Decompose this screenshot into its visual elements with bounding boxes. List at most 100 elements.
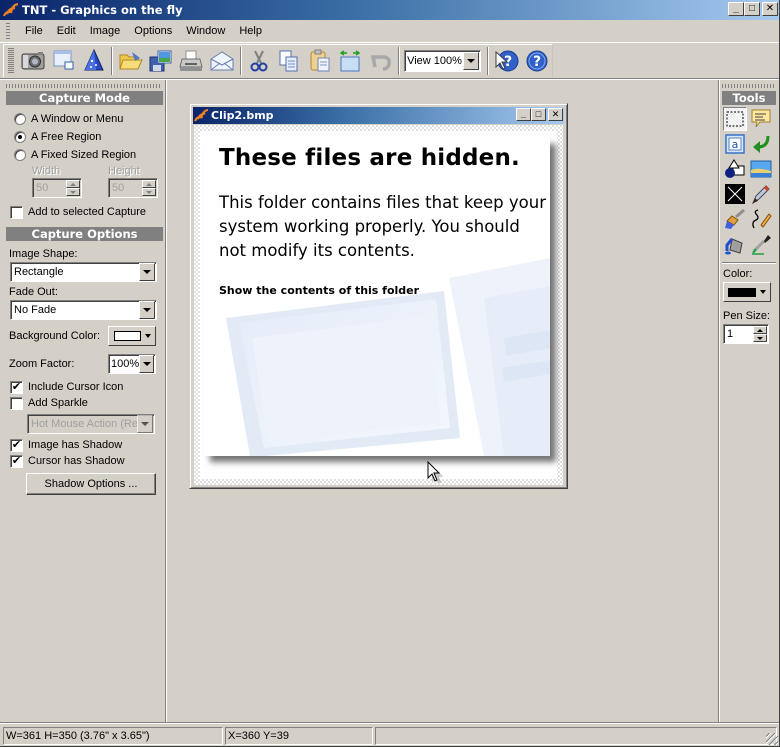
checkbox-box[interactable] <box>10 205 23 219</box>
cut-button[interactable] <box>244 46 275 76</box>
tool-eyedropper[interactable] <box>749 232 773 256</box>
context-help-button[interactable]: ? <box>491 46 522 76</box>
wizard-hat-icon <box>84 49 104 71</box>
radio-indicator-selected[interactable] <box>14 131 26 143</box>
resize-grip-icon[interactable] <box>766 733 778 745</box>
captured-heading: These files are hidden. <box>219 145 520 171</box>
mouse-cursor-icon <box>427 461 443 483</box>
print-button[interactable] <box>176 46 207 76</box>
save-button[interactable] <box>146 46 177 76</box>
minimize-icon: _ <box>733 3 739 14</box>
tool-shapes[interactable] <box>723 157 747 181</box>
checkbox-checked[interactable]: ✔ <box>10 380 23 394</box>
radio-free-region[interactable]: A Free Region <box>2 128 165 146</box>
radio-fixed-sized-region[interactable]: A Fixed Sized Region <box>2 146 165 164</box>
radio-indicator[interactable] <box>14 113 26 125</box>
color-swatch <box>728 287 756 297</box>
tool-brush[interactable] <box>723 207 747 231</box>
width-label: Width <box>32 165 61 177</box>
image-canvas[interactable]: These files are hidden. This folder cont… <box>194 125 563 485</box>
spin-down-icon[interactable] <box>142 188 156 196</box>
height-spinner[interactable]: 50 <box>108 178 158 198</box>
toolbar-grip[interactable] <box>8 48 14 74</box>
camera-capture-button[interactable] <box>18 46 49 76</box>
tool-select-rect[interactable] <box>723 107 747 131</box>
marquee-select-icon <box>726 111 744 127</box>
width-spinner[interactable]: 50 <box>32 178 82 198</box>
pen-size-spinner[interactable]: 1 <box>723 324 769 344</box>
spin-up-icon[interactable] <box>66 180 80 188</box>
menubar-grip[interactable] <box>6 22 10 40</box>
menu-file[interactable]: File <box>18 23 50 39</box>
zoom-factor-label: Zoom Factor: <box>9 358 75 370</box>
spin-up-icon[interactable] <box>753 326 767 334</box>
cursor-has-shadow-checkbox[interactable]: ✔ Cursor has Shadow <box>2 453 165 469</box>
resize-button[interactable] <box>335 46 366 76</box>
child-close-button[interactable]: ✕ <box>548 108 563 121</box>
paste-button[interactable] <box>305 46 336 76</box>
email-button[interactable] <box>207 46 238 76</box>
close-icon: ✕ <box>551 109 560 119</box>
tool-arrow[interactable] <box>749 132 773 156</box>
status-bar: W=361 H=350 (3.76" x 3.65") X=360 Y=39 <box>0 722 780 747</box>
add-sparkle-checkbox[interactable]: Add Sparkle <box>2 395 165 411</box>
wizard-button[interactable] <box>79 46 110 76</box>
capture-options-panel: Capture Mode A Window or Menu A Free Reg… <box>2 82 165 722</box>
child-minimize-button[interactable]: _ <box>516 108 531 121</box>
chevron-down-icon[interactable] <box>462 52 479 70</box>
image-has-shadow-checkbox[interactable]: ✔ Image has Shadow <box>2 437 165 453</box>
tool-crop-x[interactable] <box>723 182 747 206</box>
chevron-down-icon[interactable] <box>139 301 155 319</box>
checkbox-checked[interactable]: ✔ <box>10 438 23 452</box>
undo-button[interactable] <box>366 46 397 76</box>
app-title-bar[interactable]: TNT - Graphics on the fly _ □ ✕ <box>0 0 780 20</box>
menu-options[interactable]: Options <box>127 23 179 39</box>
color-swatch <box>114 331 141 341</box>
pen-color-picker[interactable] <box>723 282 771 302</box>
chevron-down-icon[interactable] <box>139 355 154 373</box>
help-button[interactable]: ? <box>521 46 552 76</box>
open-button[interactable] <box>115 46 146 76</box>
tool-pencil[interactable] <box>749 182 773 206</box>
spin-down-icon[interactable] <box>753 334 767 342</box>
tool-image[interactable] <box>749 157 773 181</box>
menu-help[interactable]: Help <box>232 23 269 39</box>
include-cursor-icon-checkbox[interactable]: ✔ Include Cursor Icon <box>2 379 165 395</box>
panel-grip[interactable] <box>6 84 161 88</box>
spin-up-icon[interactable] <box>142 180 156 188</box>
tool-text[interactable]: a <box>723 132 747 156</box>
minimize-button[interactable]: _ <box>728 2 744 16</box>
spin-down-icon[interactable] <box>66 188 80 196</box>
tool-freehand[interactable] <box>749 207 773 231</box>
tool-callout[interactable] <box>749 107 773 131</box>
chevron-down-icon[interactable] <box>137 415 153 433</box>
panel-grip[interactable] <box>722 84 776 88</box>
child-window-clip2[interactable]: Clip2.bmp _ □ ✕ These files are hidden. … <box>189 103 568 489</box>
zoom-factor-select[interactable]: 100% <box>108 354 156 374</box>
radio-window-or-menu[interactable]: A Window or Menu <box>2 110 165 128</box>
add-to-selected-capture-checkbox[interactable]: Add to selected Capture <box>2 203 165 221</box>
help-icon: ? <box>526 50 548 72</box>
view-zoom-select[interactable]: View 100% <box>404 50 481 72</box>
maximize-button[interactable]: □ <box>744 2 760 16</box>
chevron-down-icon[interactable] <box>139 263 155 281</box>
copy-button[interactable] <box>274 46 305 76</box>
sparkle-type-select[interactable]: Hot Mouse Action (Red <box>27 414 155 434</box>
menu-window[interactable]: Window <box>179 23 232 39</box>
window-capture-button[interactable] <box>48 46 79 76</box>
close-button[interactable]: ✕ <box>762 2 778 16</box>
child-title-bar[interactable]: Clip2.bmp _ □ ✕ <box>193 107 564 124</box>
shadow-options-button[interactable]: Shadow Options ... <box>26 473 156 495</box>
capture-options-header: Capture Options <box>6 227 163 241</box>
radio-indicator[interactable] <box>14 149 26 161</box>
child-maximize-button[interactable]: □ <box>531 108 546 121</box>
checkbox-checked[interactable]: ✔ <box>10 454 23 468</box>
tool-fill[interactable] <box>723 232 747 256</box>
menu-image[interactable]: Image <box>83 23 128 39</box>
fade-out-select[interactable]: No Fade <box>10 300 157 320</box>
menu-edit[interactable]: Edit <box>50 23 83 39</box>
eyedropper-icon <box>752 235 771 255</box>
background-color-picker[interactable] <box>108 326 156 346</box>
image-shape-select[interactable]: Rectangle <box>10 262 157 282</box>
checkbox-box[interactable] <box>10 396 23 410</box>
